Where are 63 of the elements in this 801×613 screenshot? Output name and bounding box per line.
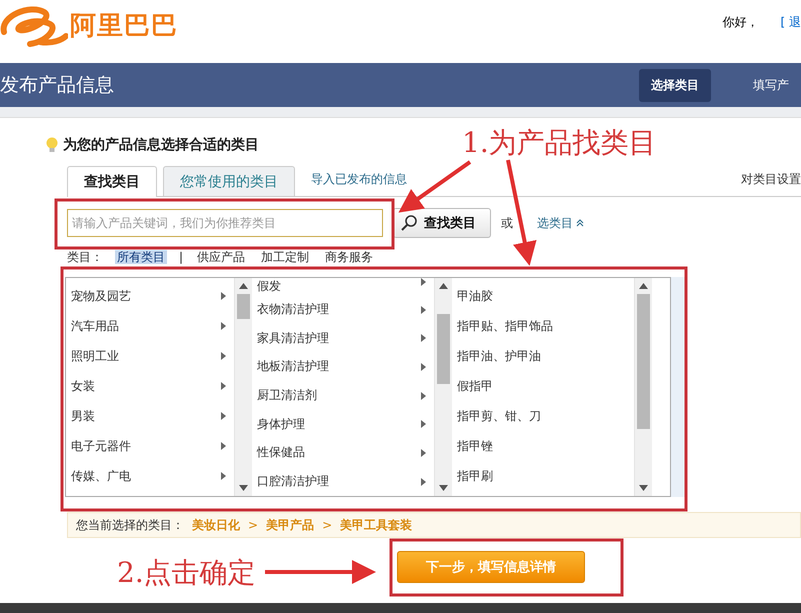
category-item[interactable]: 指甲刷: [457, 461, 634, 491]
filter-label: 类目：: [67, 250, 103, 264]
scrollbar-thumb[interactable]: [437, 314, 450, 384]
or-text: 或: [501, 214, 513, 232]
page-title: 发布产品信息: [0, 73, 114, 98]
scroll-down-icon[interactable]: [439, 485, 448, 491]
category-item[interactable]: 假指甲: [457, 371, 634, 401]
scrollbar-thumb[interactable]: [237, 294, 250, 319]
scroll-up-icon[interactable]: [239, 283, 248, 289]
path-label: 您当前选择的类目：: [76, 516, 184, 534]
settings-link[interactable]: 对类目设置: [741, 171, 801, 196]
category-tab[interactable]: 您常使用的类目: [163, 166, 295, 196]
category-item[interactable]: 身体护理: [257, 410, 434, 439]
category-item[interactable]: 宠物及园艺: [71, 281, 234, 311]
logo-text: 阿里巴巴: [70, 10, 178, 42]
separator-text: >: [248, 518, 258, 532]
category-item[interactable]: 汽车用品: [71, 311, 234, 341]
category-item[interactable]: 性保健品: [257, 438, 434, 468]
filter-link[interactable]: 商务服务: [323, 250, 376, 264]
scrollbar[interactable]: [234, 278, 252, 496]
step-tab[interactable]: 填写产: [741, 68, 801, 102]
browse-link[interactable]: 选类目: [537, 214, 584, 232]
category-item[interactable]: 假发: [257, 278, 434, 296]
scrollbar[interactable]: [434, 278, 452, 496]
category-item[interactable]: 照明工业: [71, 341, 234, 371]
search-icon: [400, 214, 418, 232]
filter-link[interactable]: 所有类目: [115, 250, 167, 264]
category-item[interactable]: 衣物清洁护理: [257, 295, 434, 324]
lightbulb-icon: [45, 137, 59, 153]
category-item[interactable]: 指甲贴、指甲饰品: [457, 311, 634, 341]
hint-text: 为您的产品信息选择合适的类目: [63, 136, 259, 154]
greeting-text: 你好，: [722, 14, 758, 31]
category-item[interactable]: 地板清洁护理: [257, 352, 434, 382]
category-tab[interactable]: 查找类目: [67, 166, 157, 197]
step-tab[interactable]: 选择类目: [639, 68, 711, 102]
category-item[interactable]: 传媒、广电: [71, 461, 234, 491]
category-item[interactable]: 电子元器件: [71, 431, 234, 461]
category-item[interactable]: 指甲油、护甲油: [457, 341, 634, 371]
scrollbar-thumb[interactable]: [637, 294, 650, 429]
annotation-text: 1.为产品找类目: [462, 125, 657, 161]
scroll-up-icon[interactable]: [439, 283, 448, 289]
scroll-up-icon[interactable]: [639, 283, 648, 289]
filter-link[interactable]: 供应产品: [195, 250, 248, 264]
scroll-down-icon[interactable]: [239, 485, 248, 491]
category-item[interactable]: 甲油胶: [457, 281, 634, 311]
filter-link[interactable]: 加工定制: [259, 250, 312, 264]
logout-link[interactable]: [ 退: [780, 14, 801, 31]
category-item[interactable]: 厨卫清洁剂: [257, 381, 434, 410]
category-item[interactable]: 指甲锉: [457, 431, 634, 461]
scroll-down-icon[interactable]: [639, 485, 648, 491]
category-item[interactable]: 家具清洁护理: [257, 324, 434, 353]
category-item[interactable]: 女装: [71, 371, 234, 401]
import-link[interactable]: 导入已发布的信息: [301, 171, 407, 196]
separator-text: >: [322, 518, 332, 532]
search-field[interactable]: 请输入产品关键词，我们为你推荐类目: [67, 209, 383, 237]
search-button[interactable]: 查找类目: [393, 208, 491, 238]
annotation-text: 2.点击确定: [117, 555, 256, 591]
category-item[interactable]: 口腔清洁护理: [257, 467, 434, 496]
chevron-icon: [576, 219, 584, 227]
separator-text: |: [179, 250, 184, 264]
scrollbar[interactable]: [634, 278, 652, 496]
category-item[interactable]: 指甲剪、钳、刀: [457, 401, 634, 431]
category-item[interactable]: 男装: [71, 401, 234, 431]
